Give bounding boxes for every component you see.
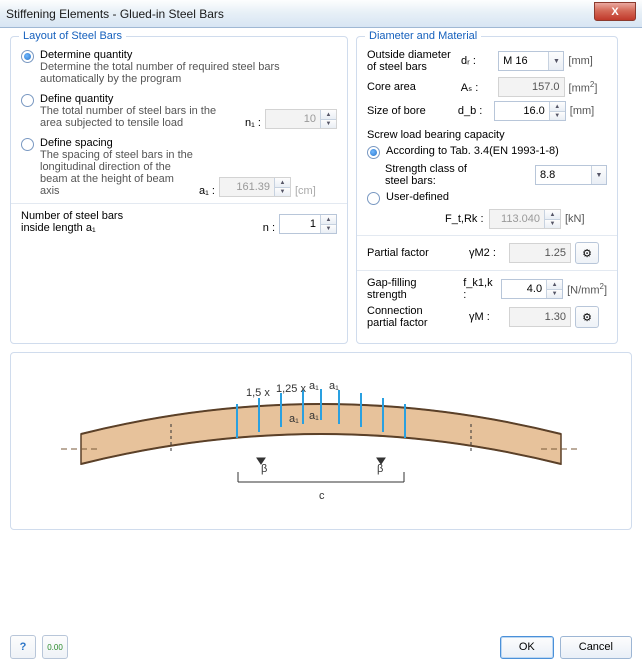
fk1k-symbol: f_k1,k : xyxy=(463,277,497,301)
beam-diagram: 1,5 x 1,25 x a₁ a₁ a₁ a₁ β β c xyxy=(10,352,632,530)
nbars-label-2: inside length a₁ xyxy=(21,222,259,234)
ftrk-input: 113.040 ▲▼ xyxy=(489,209,561,229)
diameter-material-fieldset: Diameter and Material Outside diameterof… xyxy=(356,36,618,344)
core-area-value: 157.0 xyxy=(498,77,565,97)
radio-user-defined[interactable] xyxy=(367,192,380,205)
units-button[interactable]: 0.00 xyxy=(42,635,68,659)
a1-unit: [cm] xyxy=(295,185,337,197)
screw-capacity-label: Screw load bearing capacity xyxy=(367,129,607,141)
svg-text:a₁: a₁ xyxy=(309,380,319,392)
spin-down-icon[interactable]: ▼ xyxy=(550,111,565,120)
strength-class-combo[interactable]: 8.8 ▼ xyxy=(535,165,607,185)
spin-up-icon[interactable]: ▲ xyxy=(547,280,562,289)
spin-down-icon: ▼ xyxy=(545,219,560,228)
close-icon: X xyxy=(611,6,618,18)
close-button[interactable]: X xyxy=(594,2,636,21)
core-unit: [mm2] xyxy=(569,80,607,95)
gear-icon: ⚙ xyxy=(582,311,592,324)
n-input[interactable]: 1 ▲▼ xyxy=(279,214,337,234)
spin-up-icon[interactable]: ▲ xyxy=(321,215,336,224)
conn-factor-value: 1.30 xyxy=(509,307,571,327)
a1-symbol: a₁ : xyxy=(199,185,215,197)
opt-define-qty-desc: The total number of steel bars in the ar… xyxy=(40,105,241,129)
n-symbol: n : xyxy=(263,222,275,234)
partial-factor-settings-button[interactable]: ⚙ xyxy=(575,242,599,264)
bore-input[interactable]: 16.0 ▲▼ xyxy=(494,101,566,121)
help-icon: ? xyxy=(20,641,27,653)
radio-define-quantity[interactable] xyxy=(21,94,34,107)
dialog-title: Stiffening Elements - Glued-in Steel Bar… xyxy=(6,7,224,21)
layout-fieldset: Layout of Steel Bars Determine quantity … xyxy=(10,36,348,344)
gap-strength-input[interactable]: 4.0 ▲▼ xyxy=(501,279,563,299)
gear-icon: ⚙ xyxy=(582,247,592,260)
spin-up-icon: ▲ xyxy=(275,178,290,187)
svg-text:1,25 x: 1,25 x xyxy=(276,383,306,395)
opt-determine-desc: Determine the total number of required s… xyxy=(40,61,337,85)
diameter-legend: Diameter and Material xyxy=(365,30,481,42)
a1-input: 161.39 ▲▼ xyxy=(219,177,291,197)
spin-down-icon[interactable]: ▼ xyxy=(547,289,562,298)
n1-input: 10 ▲▼ xyxy=(265,109,337,129)
dr-unit: [mm] xyxy=(568,55,607,67)
gm-symbol: γM : xyxy=(469,311,505,323)
opt-define-spacing-desc: The spacing of steel bars in the longitu… xyxy=(40,149,195,197)
layout-legend: Layout of Steel Bars xyxy=(19,30,126,42)
dr-combo[interactable]: M 16 ▼ xyxy=(498,51,564,71)
partial-factor-label: Partial factor xyxy=(367,247,465,259)
opt-determine-title: Determine quantity xyxy=(40,49,337,61)
core-label: Core area xyxy=(367,81,457,93)
gm2-symbol: γM2 : xyxy=(469,247,505,259)
gap-unit: [N/mm2] xyxy=(567,282,607,297)
spin-up-icon: ▲ xyxy=(545,210,560,219)
ftrk-unit: [kN] xyxy=(565,213,607,225)
partial-factor-value: 1.25 xyxy=(509,243,571,263)
spin-down-icon[interactable]: ▼ xyxy=(321,224,336,233)
svg-text:1,5 x: 1,5 x xyxy=(246,387,270,399)
cancel-button[interactable]: Cancel xyxy=(560,636,632,659)
svg-text:β: β xyxy=(377,463,383,475)
bore-unit: [mm] xyxy=(570,105,607,117)
as-symbol: Aₛ : xyxy=(461,81,494,94)
svg-text:a₁: a₁ xyxy=(309,410,319,422)
conn-factor-settings-button[interactable]: ⚙ xyxy=(575,306,599,328)
opt-define-spacing-title: Define spacing xyxy=(40,137,337,149)
units-icon: 0.00 xyxy=(47,643,63,652)
chevron-down-icon[interactable]: ▼ xyxy=(548,52,563,70)
spin-down-icon: ▼ xyxy=(275,187,290,196)
svg-text:β: β xyxy=(261,463,267,475)
chevron-down-icon[interactable]: ▼ xyxy=(591,166,606,184)
according-label: According to Tab. 3.4(EN 1993-1-8) xyxy=(386,145,607,157)
svg-text:a₁: a₁ xyxy=(289,413,299,425)
n1-symbol: n₁ : xyxy=(245,117,261,129)
spin-up-icon[interactable]: ▲ xyxy=(550,102,565,111)
dr-symbol: dᵣ : xyxy=(461,55,494,67)
ok-button[interactable]: OK xyxy=(500,636,554,659)
svg-text:a₁: a₁ xyxy=(329,380,339,392)
svg-text:c: c xyxy=(319,490,325,502)
nbars-label-1: Number of steel bars xyxy=(21,210,259,222)
radio-determine-quantity[interactable] xyxy=(21,50,34,63)
user-defined-label: User-defined xyxy=(386,191,607,203)
titlebar: Stiffening Elements - Glued-in Steel Bar… xyxy=(0,0,642,28)
bore-label: Size of bore xyxy=(367,105,454,117)
radio-define-spacing[interactable] xyxy=(21,138,34,151)
spin-down-icon: ▼ xyxy=(321,119,336,128)
ftrk-symbol: F_t,Rk : xyxy=(445,213,485,225)
opt-define-qty-title: Define quantity xyxy=(40,93,337,105)
spin-up-icon: ▲ xyxy=(321,110,336,119)
help-button[interactable]: ? xyxy=(10,635,36,659)
radio-according-tab[interactable] xyxy=(367,146,380,159)
db-symbol: d_b : xyxy=(458,105,490,117)
